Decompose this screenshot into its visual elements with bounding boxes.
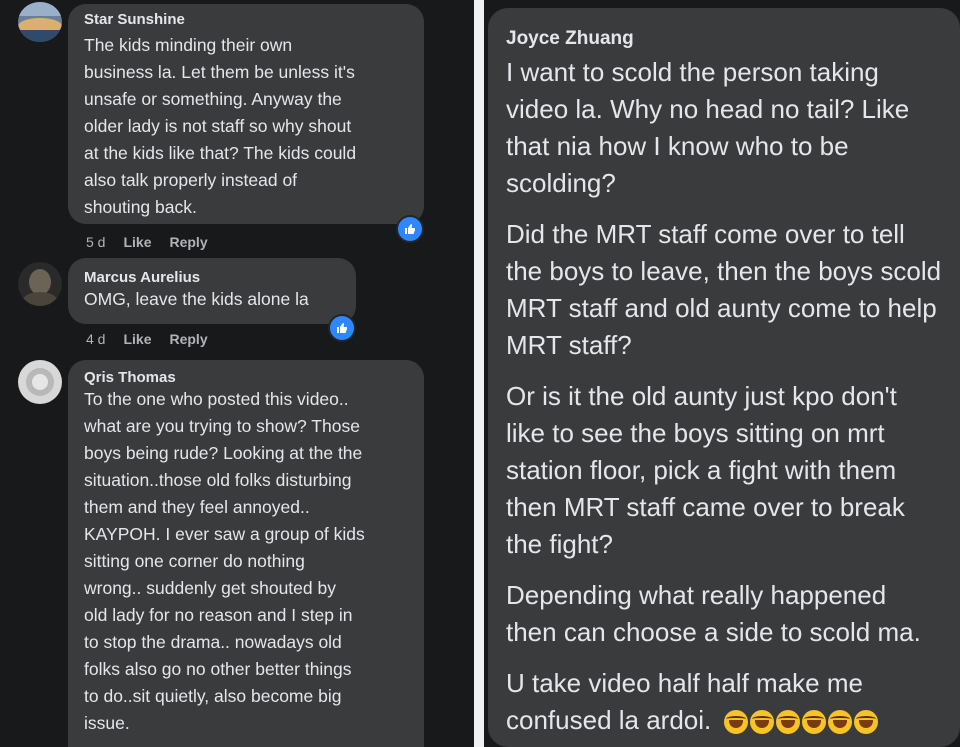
avatar-marcus-aurelius[interactable] (18, 262, 62, 306)
comment-meta: 5 d Like Reply (86, 234, 208, 250)
left-comments-panel: Star Sunshine The kids minding their own… (0, 0, 474, 747)
comment-text: OMG, leave the kids alone la (84, 289, 309, 309)
rolling-on-floor-laughing-emoji (802, 710, 827, 735)
comment-bubble-joyce: Joyce Zhuang I want to scold the person … (488, 8, 960, 747)
reply-button[interactable]: Reply (169, 234, 207, 250)
comment-paragraph: I want to scold the person taking video … (506, 57, 910, 198)
reply-button[interactable]: Reply (169, 331, 207, 347)
emoji-row (724, 710, 879, 735)
comment-text: The kids minding their own business la. … (84, 35, 357, 217)
avatar-sunset-image (18, 2, 62, 42)
avatar-default-image (18, 360, 62, 404)
like-reaction-badge[interactable] (396, 215, 424, 243)
comment-author[interactable]: Joyce Zhuang (506, 28, 942, 50)
avatar-qris-thomas[interactable] (18, 360, 62, 404)
comment-paragraph-final: U take video half half make me confused … (506, 665, 942, 739)
comment-meta: 4 d Like Reply (86, 331, 208, 347)
comment-paragraph: Or is it the old aunty just kpo don't li… (506, 381, 905, 559)
comment-paragraph: Depending what really happened then can … (506, 580, 921, 647)
rolling-on-floor-laughing-emoji (750, 710, 775, 735)
rolling-on-floor-laughing-emoji (724, 710, 749, 735)
like-button[interactable]: Like (123, 234, 151, 250)
rolling-on-floor-laughing-emoji (828, 710, 853, 735)
avatar-star-sunshine[interactable] (18, 2, 62, 42)
image-divider (474, 0, 484, 747)
comment-author[interactable]: Star Sunshine (84, 11, 408, 28)
comment-paragraph: Did the MRT staff come over to tell the … (506, 219, 942, 360)
thumbs-up-icon (405, 224, 415, 234)
comment-bubble: Qris Thomas To the one who posted this v… (68, 360, 424, 747)
comment-author[interactable]: Qris Thomas (84, 369, 408, 386)
comment-timestamp[interactable]: 4 d (86, 331, 105, 347)
comment-text: To the one who posted this video.. what … (84, 389, 365, 733)
comment-bubble: Marcus Aurelius OMG, leave the kids alon… (68, 258, 356, 324)
rolling-on-floor-laughing-emoji (854, 710, 879, 735)
rolling-on-floor-laughing-emoji (776, 710, 801, 735)
comment-timestamp[interactable]: 5 d (86, 234, 105, 250)
thumbs-up-icon (337, 323, 347, 333)
comment-bubble: Star Sunshine The kids minding their own… (68, 4, 424, 224)
comment-author[interactable]: Marcus Aurelius (84, 269, 340, 286)
like-reaction-badge[interactable] (328, 314, 356, 342)
like-button[interactable]: Like (123, 331, 151, 347)
avatar-statue-image (18, 262, 62, 306)
